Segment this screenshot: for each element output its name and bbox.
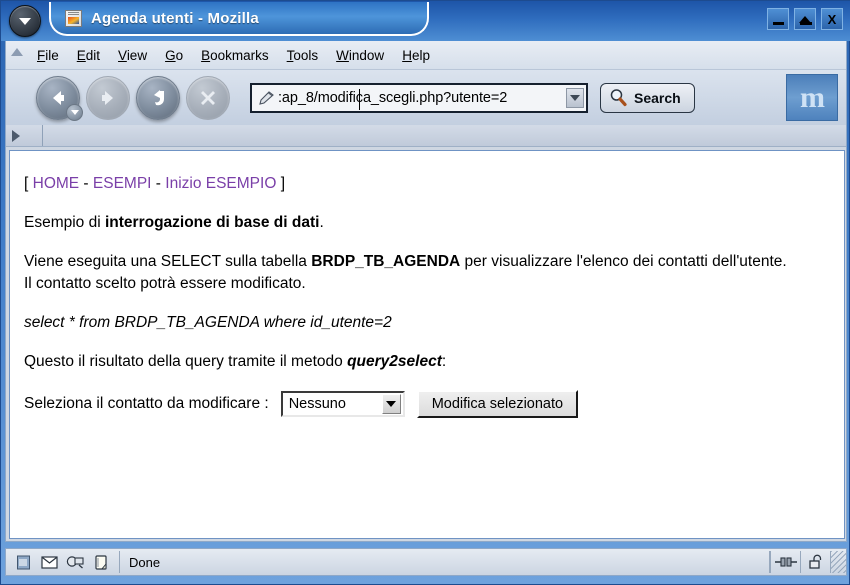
personal-toolbar [6,125,846,147]
result-prefix: Questo il risultato della query tramite … [24,353,348,370]
breadcrumb-sep-2: - [151,175,166,192]
result-suffix: : [441,353,447,370]
menu-edit[interactable]: Edit [68,45,109,66]
contact-select-value: Nessuno [288,395,346,412]
search-button[interactable]: Search [600,82,695,113]
text-caret [359,88,360,110]
menu-bookmarks[interactable]: Bookmarks [192,45,278,66]
chevron-down-icon[interactable] [381,394,401,414]
stop-x-icon [201,90,215,105]
url-input[interactable]: :ap_8/modifica_scegli.php?utente=2 [275,90,566,106]
intro-emphasis: interrogazione di base di dati [104,214,320,231]
url-dropdown-button[interactable] [566,87,584,108]
component-bar [6,549,119,575]
maximize-icon [799,15,811,23]
breadcrumb-open: [ [24,175,33,192]
online-connector-icon[interactable] [770,551,800,573]
maximize-button[interactable] [794,8,816,30]
pencil-icon [259,90,274,105]
back-history-dropdown[interactable] [66,103,83,121]
modify-selected-button[interactable]: Modifica selezionato [416,390,579,418]
menu-file[interactable]: File [28,45,68,66]
reload-button[interactable] [136,75,180,120]
contact-select[interactable]: Nessuno [280,391,405,417]
addressbook-icon[interactable] [89,551,113,573]
magnifier-icon [610,89,627,107]
close-icon: X [827,11,837,27]
status-indicators [770,549,846,575]
menu-go[interactable]: Go [156,45,192,66]
window-controls: X [767,8,843,30]
search-button-label: Search [634,89,681,106]
title-bar: Agenda utenti - Mozilla X [1,1,850,41]
intro-paragraph: Esempio di interrogazione di base di dat… [24,212,830,234]
mozilla-logo[interactable]: m [786,74,838,121]
page-content: [ HOME - ESEMPI - Inizio ESEMPIO ] Esemp… [9,150,845,539]
table-name: BRDP_TB_AGENDA [311,253,461,270]
breadcrumb-close: ] [276,175,286,192]
menubar-grip[interactable] [11,48,23,56]
description-part-a: Viene eseguita una SELECT sulla tabella [24,253,312,270]
stop-button[interactable] [186,75,230,120]
toolbar-divider [42,125,43,146]
chevron-down-icon [570,94,580,101]
forward-button[interactable] [86,75,130,120]
unlocked-padlock-icon[interactable] [800,551,830,573]
description-part-c: Il contatto scelto potrà essere modifica… [24,275,306,292]
url-bar[interactable]: :ap_8/modifica_scegli.php?utente=2 [250,82,588,113]
reload-arrow-icon [154,89,164,105]
link-inizio-esempio[interactable]: Inizio ESEMPIO [165,175,276,192]
breadcrumb: [ HOME - ESEMPI - Inizio ESEMPIO ] [24,173,830,195]
contact-select-label: Seleziona il contatto da modificare : [24,395,269,412]
menu-window[interactable]: Window [327,45,393,66]
personal-toolbar-grip[interactable] [12,130,20,142]
intro-prefix: Esempio di [24,214,105,231]
mail-icon[interactable] [37,551,61,573]
menu-bar: File Edit View Go Bookmarks Tools Window… [6,41,846,70]
contact-form-row: Seleziona il contatto da modificare : Ne… [24,390,830,418]
minimize-icon [772,21,784,25]
composer-icon[interactable] [63,551,87,573]
navigator-icon[interactable] [11,551,35,573]
browser-window: Agenda utenti - Mozilla X File Edit View… [0,0,850,585]
result-paragraph: Questo il risultato della query tramite … [24,351,830,373]
mozilla-logo-glyph: m [800,80,825,114]
chevron-down-icon [70,109,79,115]
window-title: Agenda utenti - Mozilla [91,9,259,27]
forward-arrow-icon [102,90,113,105]
menu-tools[interactable]: Tools [278,45,328,66]
link-home[interactable]: HOME [33,175,80,192]
intro-suffix: . [319,214,324,231]
minimize-button[interactable] [767,8,789,30]
document-icon [65,9,82,27]
window-title-tab: Agenda utenti - Mozilla [49,2,429,36]
close-button[interactable]: X [821,8,843,30]
link-esempi[interactable]: ESEMPI [93,175,152,192]
description-paragraph: Viene eseguita una SELECT sulla tabella … [24,251,830,295]
back-arrow-icon [53,90,64,105]
menu-help[interactable]: Help [393,45,439,66]
back-button[interactable] [36,75,83,121]
modify-selected-label: Modifica selezionato [431,395,564,412]
breadcrumb-sep-1: - [79,175,93,192]
status-bar: Done [5,548,847,576]
chevron-down-icon [19,17,31,25]
status-message: Done [129,554,161,570]
result-method-name: query2select [347,353,442,370]
sql-query: select * from BRDP_TB_AGENDA where id_ut… [24,314,392,331]
navigation-toolbar: :ap_8/modifica_scegli.php?utente=2 Searc… [6,70,846,125]
browser-chrome: File Edit View Go Bookmarks Tools Window… [5,41,847,542]
description-part-b: per visualizzare l'elenco dei contatti d… [460,253,787,270]
menu-view[interactable]: View [109,45,156,66]
resize-grip-icon[interactable] [830,551,846,573]
window-menu-button[interactable] [9,5,41,37]
